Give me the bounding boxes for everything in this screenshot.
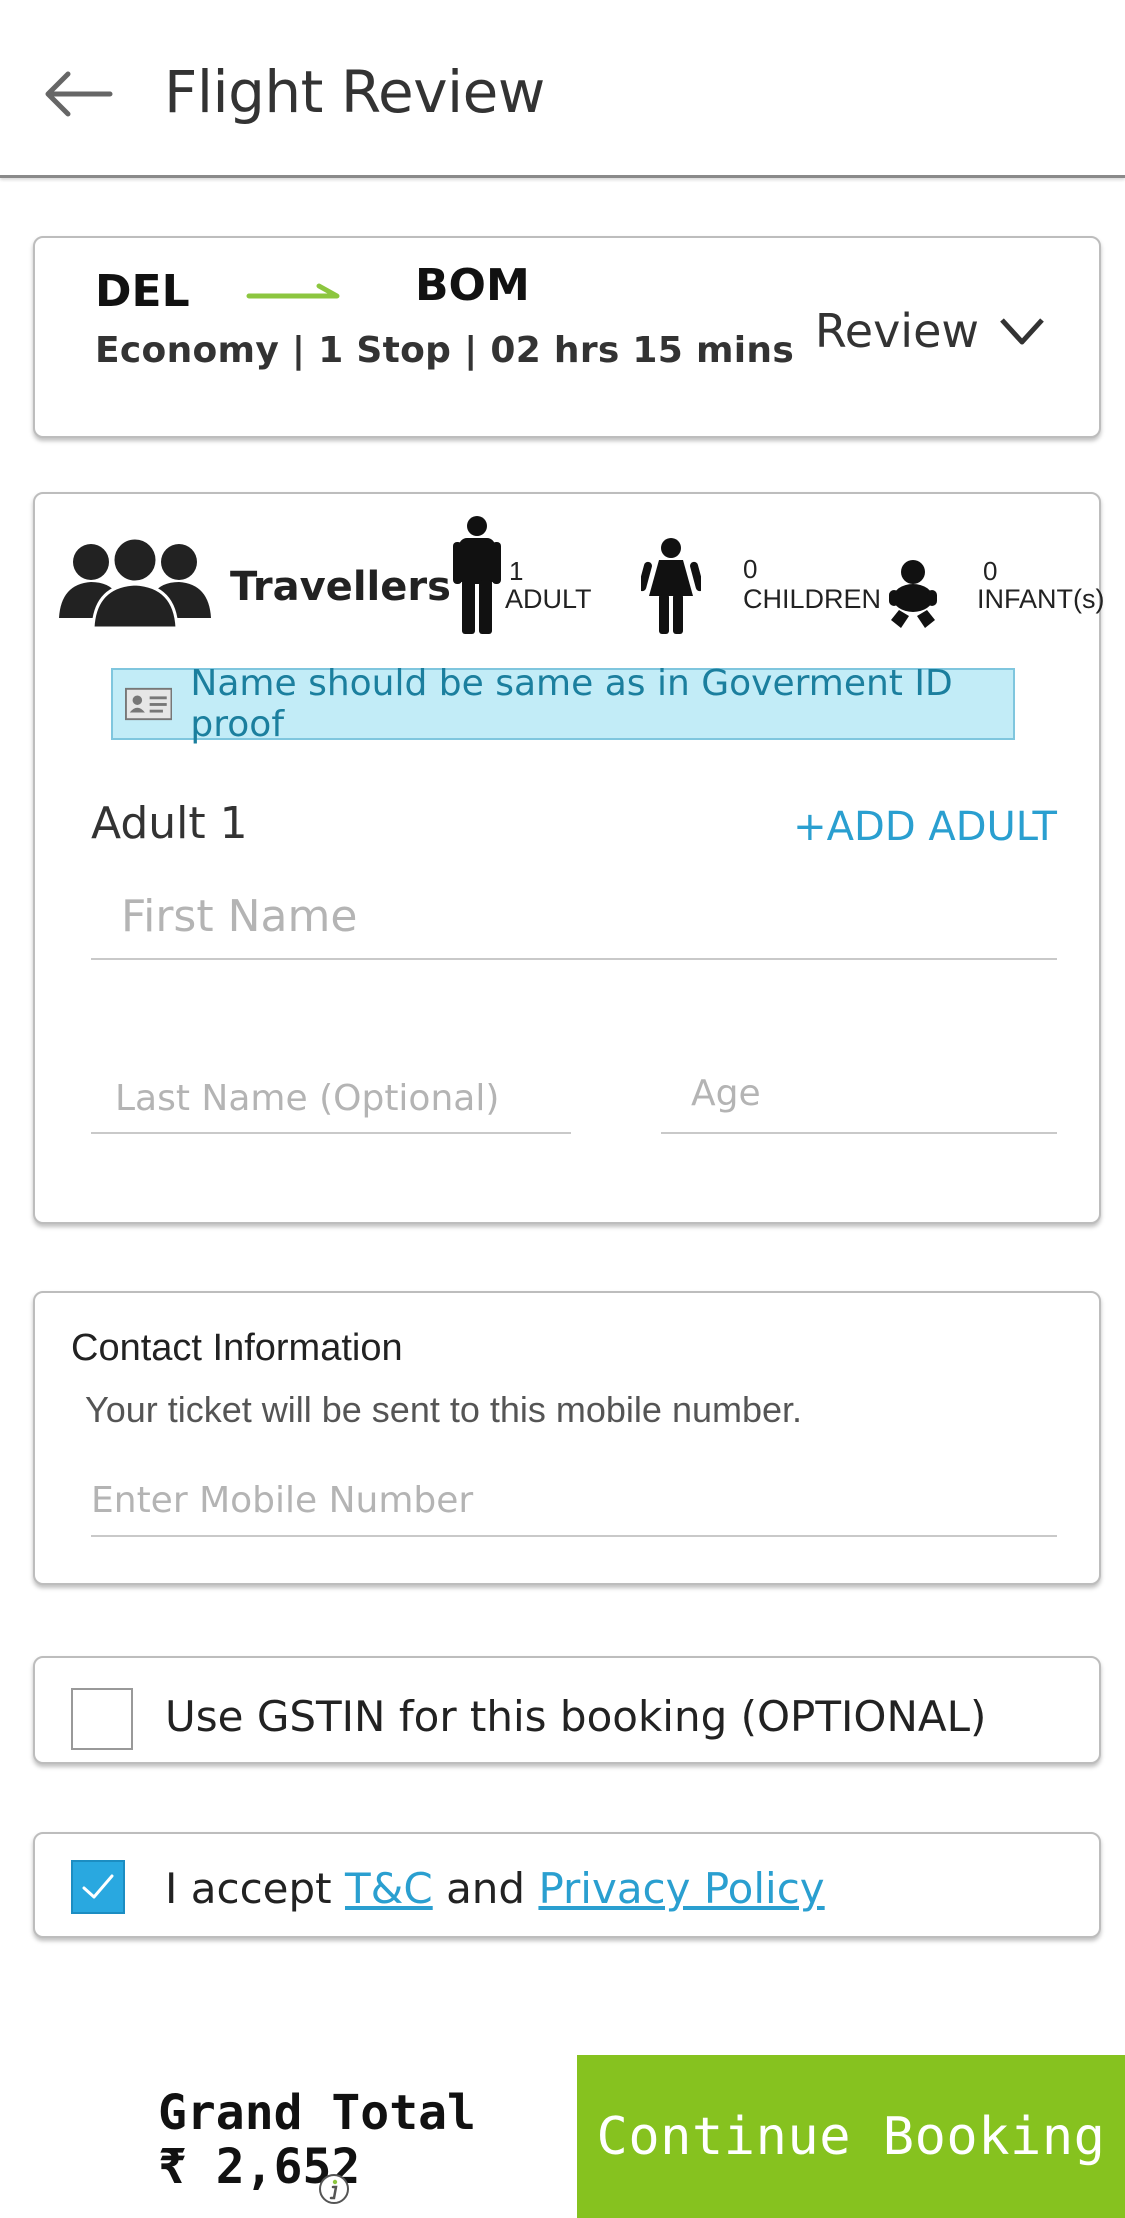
booking-footer: Grand Total ₹ 2,652 Continue Booking — [0, 2055, 1125, 2218]
flight-details: Economy | 1 Stop | 02 hrs 15 mins — [95, 330, 795, 371]
gstin-label: Use GSTIN for this booking (OPTIONAL) — [165, 1692, 987, 1741]
travellers-group-icon — [59, 536, 211, 628]
terms-checkbox[interactable] — [71, 1860, 125, 1914]
infant-icon — [889, 560, 937, 628]
gstin-card: Use GSTIN for this booking (OPTIONAL) — [33, 1656, 1101, 1764]
children-label: CHILDREN — [743, 584, 882, 614]
terms-middle: and — [432, 1864, 539, 1913]
contact-information-card: Contact Information Your ticket will be … — [33, 1291, 1101, 1585]
chevron-down-icon — [1000, 318, 1044, 345]
adult-section-title: Adult 1 — [91, 798, 248, 849]
infant-count: 0 — [983, 556, 998, 586]
add-adult-button[interactable]: +ADD ADULT — [793, 804, 1057, 850]
review-label: Review — [814, 304, 979, 358]
page-title: Flight Review — [164, 58, 545, 126]
terms-text: I accept T&C and Privacy Policy — [165, 1864, 825, 1913]
contact-subtitle: Your ticket will be sent to this mobile … — [85, 1389, 803, 1430]
origin-city-code: DEL — [95, 266, 190, 317]
grand-total-label: Grand Total — [158, 2085, 476, 2141]
privacy-policy-link[interactable]: Privacy Policy — [538, 1864, 824, 1913]
adult-person-icon — [453, 516, 501, 634]
children-count: 0 — [743, 554, 758, 584]
destination-city-code: BOM — [415, 260, 530, 311]
route-arrow-icon — [246, 283, 340, 299]
travellers-title: Travellers — [230, 564, 451, 610]
last-name-input[interactable] — [91, 1064, 571, 1134]
travellers-card: Travellers 1 ADULT 0 CHILDREN 0 INFANT(s… — [33, 492, 1105, 1224]
infant-label: INFANT(s) — [977, 584, 1105, 614]
back-button[interactable] — [38, 62, 118, 122]
terms-prefix: I accept — [165, 1864, 345, 1913]
app-header: Flight Review — [0, 0, 1125, 178]
id-card-icon — [125, 687, 173, 721]
back-arrow-icon — [45, 71, 113, 117]
continue-booking-button[interactable]: Continue Booking — [577, 2055, 1125, 2218]
tc-link[interactable]: T&C — [345, 1864, 433, 1913]
contact-title: Contact Information — [71, 1327, 403, 1369]
first-name-input[interactable] — [91, 874, 1057, 960]
name-note-text: Name should be same as in Goverment ID p… — [190, 663, 953, 745]
info-icon[interactable] — [318, 2173, 350, 2205]
flight-summary-card: DEL BOM Economy | 1 Stop | 02 hrs 15 min… — [33, 236, 1101, 438]
review-toggle-button[interactable]: Review — [815, 304, 1045, 358]
child-person-icon — [641, 538, 701, 634]
gstin-checkbox[interactable] — [71, 1688, 133, 1750]
name-id-note: Name should be same as in Goverment ID p… — [111, 663, 1015, 745]
age-input[interactable] — [661, 1054, 1057, 1134]
adult-label: ADULT — [505, 584, 592, 614]
checkmark-icon — [82, 1874, 114, 1899]
adult-count: 1 — [509, 556, 524, 586]
terms-card: I accept T&C and Privacy Policy — [33, 1832, 1101, 1938]
mobile-number-input[interactable] — [91, 1465, 1057, 1537]
